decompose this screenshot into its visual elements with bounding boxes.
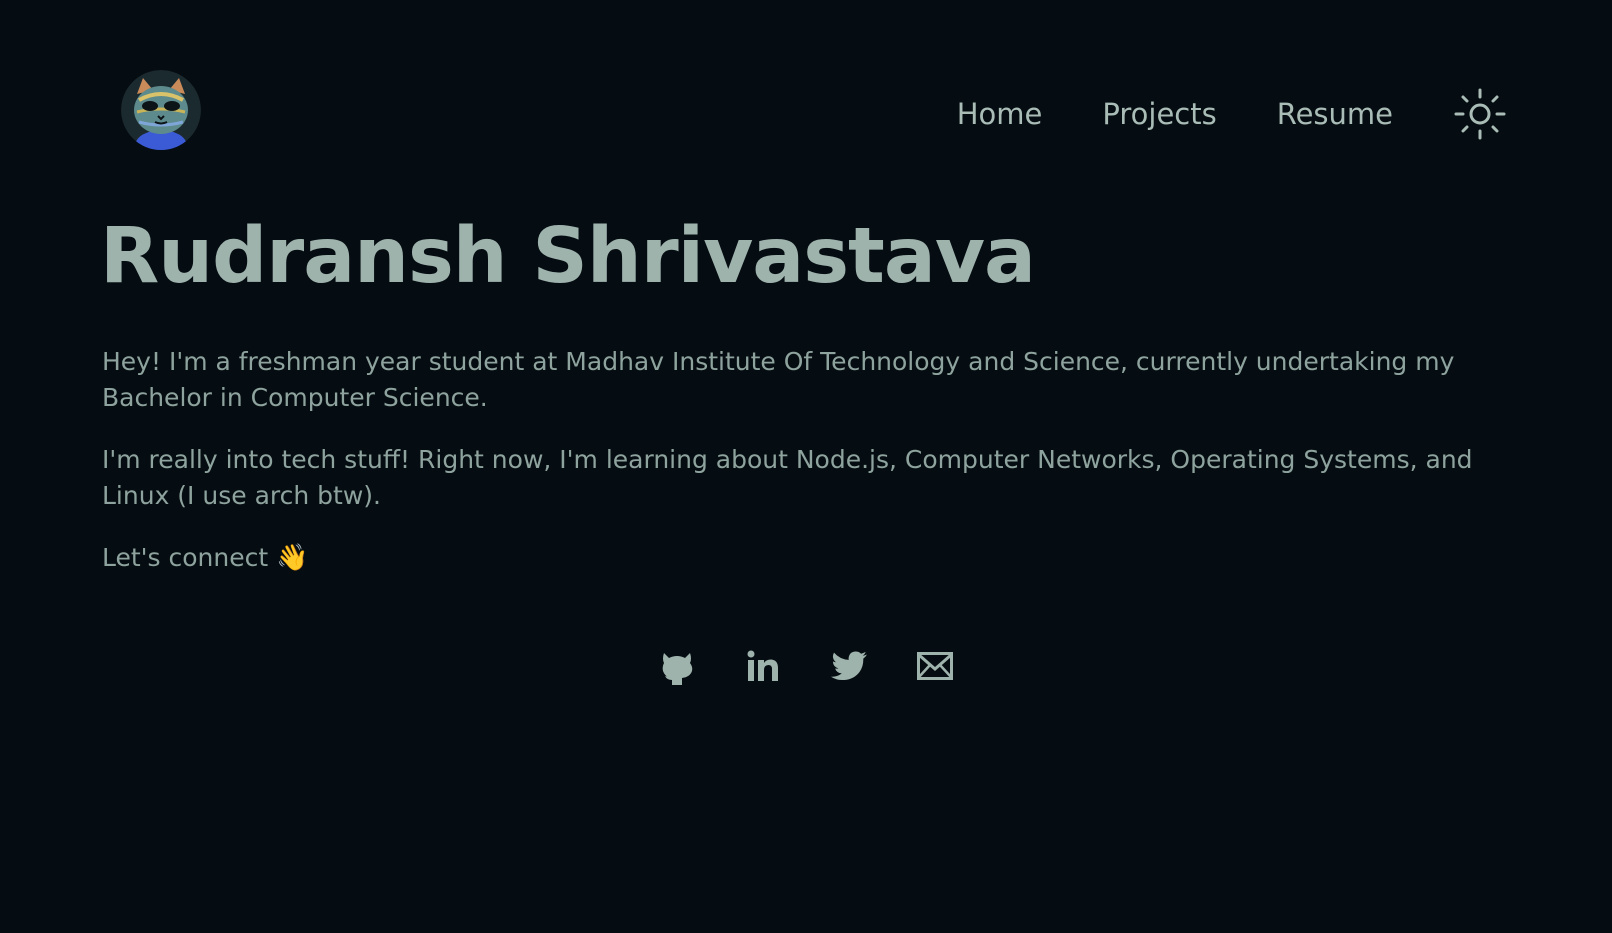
bio-paragraph-connect: Let's connect 👋 <box>102 540 1542 576</box>
github-link[interactable] <box>657 646 697 686</box>
mail-icon <box>917 652 953 680</box>
bio-paragraph-interests: I'm really into tech stuff! Right now, I… <box>102 445 1473 510</box>
main-nav: Home Projects Resume <box>957 88 1507 140</box>
social-links <box>0 646 1612 686</box>
twitter-link[interactable] <box>829 646 869 686</box>
linkedin-link[interactable] <box>743 646 783 686</box>
connect-text: Let's connect <box>102 543 269 572</box>
page-title: Rudransh Shrivastava <box>100 212 1036 301</box>
waving-hand-icon: 👋 <box>276 543 309 573</box>
mail-link[interactable] <box>915 646 955 686</box>
nav-home-link[interactable]: Home <box>957 97 1043 131</box>
twitter-icon <box>831 651 867 681</box>
nav-projects-link[interactable]: Projects <box>1102 97 1216 131</box>
avatar[interactable] <box>121 70 201 150</box>
theme-toggle-button[interactable] <box>1453 87 1507 141</box>
github-icon <box>662 653 693 685</box>
linkedin-icon <box>747 650 778 681</box>
nav-resume-link[interactable]: Resume <box>1277 97 1393 131</box>
cat-avatar-icon <box>121 70 201 150</box>
site-header: Home Projects Resume <box>0 0 1612 230</box>
sun-icon <box>1454 88 1506 140</box>
bio-paragraph-intro: Hey! I'm a freshman year student at Madh… <box>102 347 1455 412</box>
